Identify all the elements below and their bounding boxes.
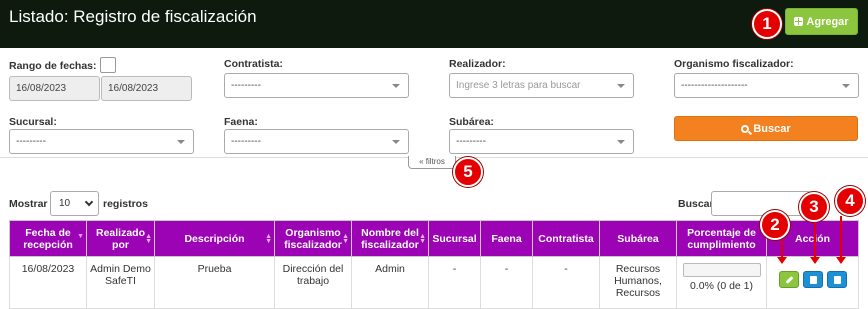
faena-label: Faena: — [224, 116, 258, 128]
col-header-organismo[interactable]: Organismo fiscalizador ▲ ▼ — [274, 220, 352, 257]
date-from-field[interactable]: 16/08/2023 — [9, 76, 100, 101]
annotation-arrow-2 — [777, 240, 787, 264]
cell-fecha: 16/08/2023 — [9, 256, 87, 309]
document-icon — [809, 276, 817, 284]
page-length-select[interactable]: 10 — [50, 191, 99, 216]
cell-subarea: Recursos Humanos, Recursos — [599, 256, 677, 309]
search-button-label: Buscar — [753, 122, 791, 135]
search-icon — [741, 124, 750, 133]
caret-down-icon — [617, 140, 625, 144]
col-header-faena: Faena — [480, 220, 533, 257]
add-button-label: Agregar — [806, 15, 849, 28]
contratista-label: Contratista: — [224, 58, 283, 70]
cell-nombre: Admin — [351, 256, 429, 309]
caret-down-icon — [392, 140, 400, 144]
faena-value: --------- — [231, 136, 261, 147]
cell-porcentaje: 0.0% (0 de 1) — [676, 256, 767, 309]
top-header: Listado: Registro de fiscalización Agreg… — [0, 0, 868, 48]
document-button[interactable] — [802, 271, 823, 288]
cell-contratista: - — [532, 256, 600, 309]
compliance-text: 0.0% (0 de 1) — [689, 280, 754, 292]
cell-descripcion: Prueba — [154, 256, 275, 309]
col-header-sucursal: Sucursal — [428, 220, 481, 257]
search-button[interactable]: Buscar — [674, 116, 858, 141]
table-search-input[interactable] — [711, 191, 811, 216]
sucursal-label: Sucursal: — [9, 116, 57, 128]
col-header-subarea: Subárea — [599, 220, 677, 257]
annotation-arrow-3 — [810, 222, 820, 264]
caret-down-icon — [177, 140, 185, 144]
realizador-placeholder: Ingrese 3 letras para buscar — [456, 80, 581, 91]
annotation-arrow-4 — [836, 216, 846, 264]
table-row: 16/08/2023 Admin Demo SafeTI Prueba Dire… — [9, 256, 859, 309]
annotation-marker-2: 2 — [760, 210, 790, 240]
subarea-value: --------- — [456, 136, 486, 147]
download-icon — [833, 276, 841, 284]
cell-faena: - — [480, 256, 533, 309]
cell-accion — [766, 256, 859, 309]
col-header-descripcion[interactable]: Descripción ▲ ▼ — [154, 220, 275, 257]
table-header-row: Fecha de recepción ▼ Realizado por ▲ ▼ Desc… — [9, 220, 859, 257]
faena-select[interactable]: --------- — [224, 129, 409, 154]
sucursal-select[interactable]: --------- — [9, 129, 194, 154]
realizador-select[interactable]: Ingrese 3 letras para buscar — [449, 73, 634, 98]
col-header-porcentaje: Porcentaje de cumplimiento — [676, 220, 767, 257]
cell-organismo: Dirección del trabajo — [274, 256, 352, 309]
compliance-progress-bar — [682, 263, 761, 277]
page-length-value: 10 — [59, 198, 71, 209]
date-range-checkbox[interactable] — [100, 57, 116, 73]
caret-down-icon — [617, 84, 625, 88]
date-range-label: Rango de fechas: — [9, 60, 97, 72]
add-button[interactable]: Agregar — [785, 8, 858, 35]
plus-icon — [794, 17, 804, 26]
contratista-select[interactable]: --------- — [224, 73, 409, 98]
page-title: Listado: Registro de fiscalización — [9, 7, 257, 26]
download-button[interactable] — [826, 271, 847, 288]
realizador-label: Realizador: — [449, 58, 506, 70]
col-header-contratista: Contratista — [532, 220, 600, 257]
show-label: Mostrar — [9, 198, 48, 210]
date-to-field[interactable]: 16/08/2023 — [101, 76, 192, 101]
records-table: Fecha de recepción ▼ Realizado por ▲ ▼ Desc… — [9, 220, 859, 309]
edit-icon — [785, 276, 793, 284]
contratista-value: --------- — [231, 80, 261, 91]
caret-down-icon — [842, 84, 850, 88]
toggle-filters-button[interactable]: « filtros — [408, 156, 456, 169]
subarea-label: Subárea: — [449, 116, 494, 128]
edit-button[interactable] — [778, 271, 799, 288]
sucursal-value: --------- — [16, 136, 46, 147]
col-header-nombre[interactable]: Nombre del fiscalizador ▲ ▼ — [351, 220, 429, 257]
organismo-select[interactable]: -------------------- — [674, 73, 859, 98]
chevron-down-icon — [84, 197, 94, 207]
annotation-marker-1: 1 — [752, 9, 782, 39]
col-header-realizado[interactable]: Realizado por ▲ ▼ — [86, 220, 155, 257]
subarea-select[interactable]: --------- — [449, 129, 634, 154]
annotation-marker-3: 3 — [799, 192, 829, 222]
cell-realizado: Admin Demo SafeTI — [86, 256, 155, 309]
annotation-marker-4: 4 — [835, 186, 865, 216]
organismo-label: Organismo fiscalizador: — [674, 58, 794, 70]
cell-sucursal: - — [428, 256, 481, 309]
annotation-marker-5: 5 — [453, 157, 483, 187]
organismo-value: -------------------- — [681, 80, 748, 91]
records-label: registros — [103, 198, 148, 210]
caret-down-icon — [392, 84, 400, 88]
col-header-fecha[interactable]: Fecha de recepción ▼ — [9, 220, 87, 257]
